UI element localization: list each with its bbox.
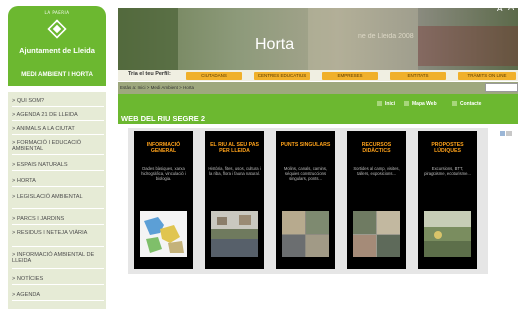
map-thumbnail bbox=[140, 211, 187, 257]
card-description: Dades bàsiques, xarxa hidrogràfica, vinc… bbox=[141, 166, 186, 181]
menu-item-agenda-21[interactable]: > AGENDA 21 DE LLEIDA bbox=[12, 112, 78, 118]
page: LA PAERIA Ajuntament de Lleida MEDI AMBI… bbox=[0, 0, 518, 309]
profile-bar: Tria el teu Perfil: CIUTADANS CENTRES ED… bbox=[118, 70, 518, 81]
profile-tab-tramits[interactable]: TRÀMITS ON LINE bbox=[458, 72, 516, 80]
search-input[interactable] bbox=[485, 83, 518, 92]
card-punts-singulars[interactable]: PUNTS SINGULARS Molins, canals, camins, … bbox=[276, 131, 335, 269]
menu-item-parcs[interactable]: > PARCS I JARDINS bbox=[12, 216, 64, 222]
logo-subtitle: MEDI AMBIENT I HORTA bbox=[21, 71, 93, 78]
sitemap-link[interactable]: Mapa Web bbox=[412, 101, 437, 107]
card-propostes-ludiques[interactable]: PROPOSTES LÚDIQUES Excursions, BTT, pira… bbox=[418, 131, 477, 269]
card-recursos-didactics[interactable]: RECURSOS DIDÀCTICS Sortides al camp, vis… bbox=[347, 131, 406, 269]
logo-block[interactable]: LA PAERIA Ajuntament de Lleida MEDI AMBI… bbox=[8, 6, 106, 86]
card-description: Sortides al camp, visites, tallers, expo… bbox=[353, 166, 400, 176]
print-icon[interactable] bbox=[500, 130, 512, 137]
menu-item-espais-naturals[interactable]: > ESPAIS NATURALS bbox=[12, 162, 68, 168]
profile-label: Tria el teu Perfil: bbox=[128, 71, 171, 77]
landmarks-photo bbox=[282, 211, 329, 257]
card-title: PUNTS SINGULARS bbox=[280, 142, 331, 148]
profile-tab-entitats[interactable]: ENTITATS bbox=[390, 72, 446, 80]
menu-divider bbox=[12, 134, 104, 135]
menu-item-animals[interactable]: > ANIMALS A LA CIUTAT bbox=[12, 126, 75, 132]
menu-item-agenda[interactable]: > AGENDA bbox=[12, 292, 40, 298]
menu-item-qui-som[interactable]: > QUI SOM? bbox=[12, 98, 44, 104]
leisure-photo bbox=[424, 211, 471, 257]
breadcrumb[interactable]: Estàs a: Inici > Medi Ambient > Horta bbox=[120, 85, 194, 90]
banner-photo-right bbox=[418, 26, 518, 66]
card-informacio-general[interactable]: INFORMACIÓ GENERAL Dades bàsiques, xarxa… bbox=[134, 131, 193, 269]
header-banner: Horta ne de Lleida 2008 bbox=[118, 8, 518, 70]
card-title: EL RIU AL SEU PAS PER LLEIDA bbox=[210, 142, 259, 154]
content-panel: INFORMACIÓ GENERAL Dades bàsiques, xarxa… bbox=[128, 128, 488, 274]
menu-item-horta[interactable]: > HORTA bbox=[12, 178, 36, 184]
breadcrumb-bar: Estàs a: Inici > Medi Ambient > Horta bbox=[118, 82, 518, 94]
river-photo bbox=[211, 211, 258, 257]
logo-title: Ajuntament de Lleida bbox=[19, 46, 95, 55]
card-description: Molins, canals, camins, séquies construc… bbox=[283, 166, 328, 181]
card-title: PROPOSTES LÚDIQUES bbox=[431, 142, 464, 154]
card-description: Excursions, BTT, piragüisme, ecoturisme.… bbox=[424, 166, 471, 176]
menu-item-noticies[interactable]: > NOTÍCIES bbox=[12, 276, 43, 282]
menu-item-legislacio[interactable]: > LEGISLACIÓ AMBIENTAL bbox=[12, 194, 92, 200]
card-el-riu[interactable]: EL RIU AL SEU PAS PER LLEIDA Història, f… bbox=[205, 131, 264, 269]
card-title: RECURSOS DIDÀCTICS bbox=[361, 142, 392, 154]
menu-divider bbox=[12, 120, 104, 121]
contact-link[interactable]: Contacte bbox=[460, 101, 481, 107]
banner-title: Horta bbox=[255, 36, 295, 53]
menu-item-formacio[interactable]: > FORMACIÓ I EDUCACIÓ AMBIENTAL bbox=[12, 140, 102, 152]
menu-divider bbox=[12, 170, 104, 171]
menu-divider bbox=[12, 268, 104, 269]
menu-divider bbox=[12, 224, 104, 225]
profile-tab-centres-educatius[interactable]: CENTRES EDUCATIUS bbox=[254, 72, 310, 80]
education-photo bbox=[353, 211, 400, 257]
menu-divider bbox=[12, 246, 104, 247]
menu-divider bbox=[12, 154, 104, 155]
utility-bar: Inici Mapa Web Contacte WEB DEL RIU SEGR… bbox=[118, 94, 518, 124]
profile-tab-empreses[interactable]: EMPRESES bbox=[322, 72, 378, 80]
menu-divider bbox=[12, 284, 104, 285]
menu-divider bbox=[12, 300, 104, 301]
logo-town: LA PAERIA bbox=[44, 10, 70, 15]
menu-divider bbox=[12, 106, 104, 107]
menu-divider bbox=[12, 208, 104, 209]
menu-divider bbox=[12, 186, 104, 187]
card-title: INFORMACIÓ GENERAL bbox=[146, 142, 181, 154]
sidebar-menu: > QUI SOM? > AGENDA 21 DE LLEIDA > ANIMA… bbox=[8, 92, 106, 309]
banner-watermark: ne de Lleida 2008 bbox=[358, 33, 414, 40]
contact-icon bbox=[452, 101, 457, 106]
sitemap-icon bbox=[404, 101, 409, 106]
profile-tab-ciutadans[interactable]: CIUTADANS bbox=[186, 72, 242, 80]
banner-photo-left bbox=[118, 8, 178, 70]
section-title: WEB DEL RIU SEGRE 2 bbox=[121, 114, 206, 123]
font-size-small-button[interactable]: A bbox=[497, 4, 502, 13]
font-size-large-button[interactable]: A bbox=[508, 3, 514, 13]
card-description: Història, fites, usos, cultura i la riba… bbox=[208, 166, 261, 176]
home-icon bbox=[377, 101, 382, 106]
menu-item-residus[interactable]: > RESIDUS I NETEJA VIÀRIA bbox=[12, 230, 96, 236]
home-link[interactable]: Inici bbox=[385, 101, 395, 107]
coat-of-arms-icon bbox=[46, 18, 68, 40]
menu-item-informacio[interactable]: > INFORMACIÓ AMBIENTAL DE LLEIDA bbox=[12, 252, 102, 264]
